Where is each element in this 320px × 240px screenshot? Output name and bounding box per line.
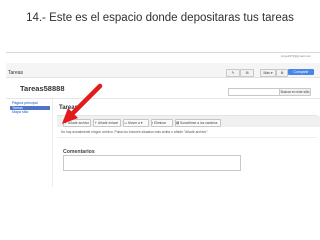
content-divider bbox=[57, 137, 317, 138]
add-file-label: Añadir archivo bbox=[68, 121, 90, 125]
sidebar-item-sitemap[interactable]: Mapa sitio bbox=[10, 110, 50, 115]
add-link-button[interactable]: ＋ Añadir enlace bbox=[93, 119, 121, 127]
empty-files-message: No hay actualmente ningún archivo. Pulsa… bbox=[61, 130, 209, 134]
sites-toolbar: Tareas ✎ ⊞ Más ▾ ⚙ Compartir bbox=[6, 63, 320, 78]
trash-icon: ▪ bbox=[152, 121, 154, 125]
app-title: Tareas bbox=[8, 70, 24, 76]
slide-title: 14.- Este es el espacio donde depositara… bbox=[26, 12, 294, 24]
pencil-icon: ✎ bbox=[231, 71, 235, 75]
delete-label: Eliminar bbox=[154, 121, 167, 125]
subscribe-button[interactable]: ▤ Suscribirse a los cambios bbox=[175, 119, 221, 127]
more-button[interactable]: Más ▾ bbox=[260, 69, 276, 77]
new-page-button[interactable]: ⊞ bbox=[240, 69, 254, 77]
search-input[interactable] bbox=[228, 88, 280, 96]
add-link-icon: ＋ bbox=[94, 121, 98, 125]
subscribe-label: Suscribirse a los cambios bbox=[180, 121, 218, 125]
chevron-down-icon: ▾ bbox=[140, 121, 143, 125]
file-cabinet-actions: ＋ Añadir archivo ＋ Añadir enlace ▭ Mover… bbox=[57, 116, 320, 127]
site-name[interactable]: Tareas58888 bbox=[20, 84, 64, 93]
settings-button[interactable]: ⚙ bbox=[276, 69, 288, 77]
browser-screenshot: jorge2379@gmail.com Tareas ✎ ⊞ Más ▾ ⚙ C… bbox=[6, 52, 320, 189]
add-link-label: Añadir enlace bbox=[98, 121, 119, 125]
move-to-label: Mover a bbox=[128, 121, 140, 125]
search-site-button[interactable]: Buscar en este sitio bbox=[279, 88, 311, 96]
add-file-button[interactable]: ＋ Añadir archivo bbox=[63, 119, 91, 127]
share-button[interactable]: Compartir bbox=[288, 69, 314, 75]
page-content: Tareas ＋ Añadir archivo ＋ Añadir enlace … bbox=[52, 99, 320, 187]
new-page-icon: ⊞ bbox=[245, 71, 249, 75]
comment-input[interactable] bbox=[63, 155, 241, 171]
gear-icon: ⚙ bbox=[280, 71, 284, 75]
page-title: Tareas bbox=[59, 105, 78, 111]
share-label: Compartir bbox=[293, 70, 309, 74]
edit-page-button[interactable]: ✎ bbox=[226, 69, 240, 77]
chevron-down-icon: ▾ bbox=[270, 71, 273, 75]
move-to-button[interactable]: ▭ Mover a ▾ bbox=[123, 119, 149, 127]
more-label: Más bbox=[263, 71, 270, 75]
add-file-icon: ＋ bbox=[64, 121, 68, 125]
subscribe-icon: ▤ bbox=[176, 121, 180, 125]
account-bar: jorge2379@gmail.com bbox=[6, 53, 320, 61]
sidebar-nav: Página principal Tareas Mapa sitio bbox=[10, 101, 50, 115]
account-email[interactable]: jorge2379@gmail.com bbox=[281, 54, 311, 58]
folder-icon: ▭ bbox=[124, 121, 128, 125]
delete-button[interactable]: ▪ Eliminar bbox=[151, 119, 173, 127]
site-header: Tareas58888 Buscar en este sitio bbox=[6, 78, 320, 99]
